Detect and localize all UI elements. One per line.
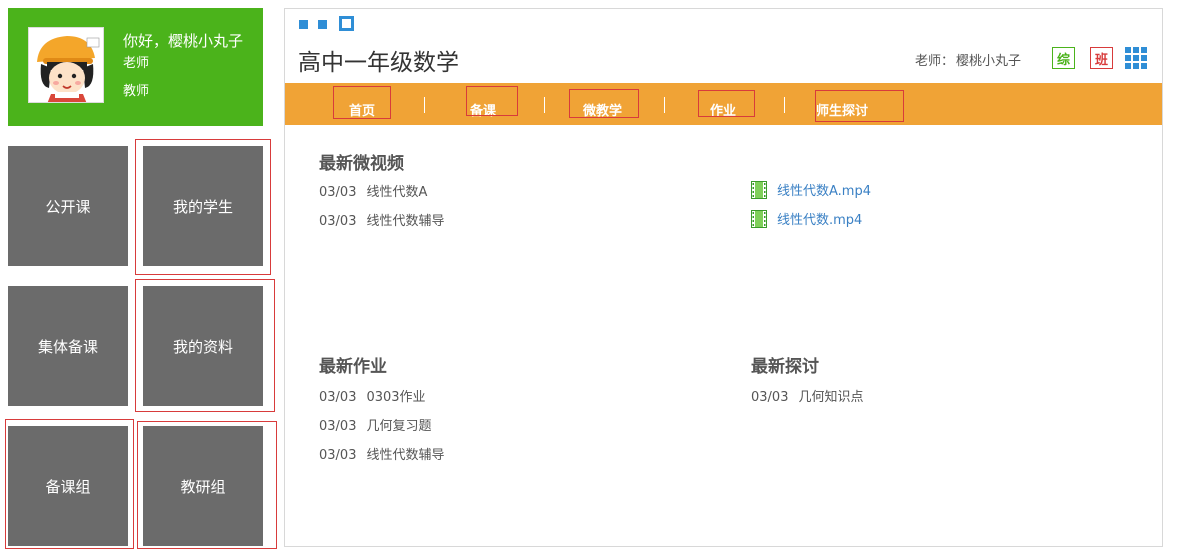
tile-my-students[interactable]: 我的学生 — [143, 146, 263, 266]
tile-public-course[interactable]: 公开课 — [8, 146, 128, 266]
teacher-info: 老师： 樱桃小丸子 — [915, 50, 1021, 69]
list-item[interactable]: 03/03 0303作业 — [319, 386, 426, 405]
tile-label: 公开课 — [45, 197, 91, 216]
list-item[interactable]: 03/03 几何知识点 — [751, 386, 863, 405]
course-title: 高中一年级数学 — [298, 50, 459, 76]
item-name: 线性代数A — [366, 185, 428, 200]
nav-item-discussion[interactable]: 师生探讨 — [816, 94, 868, 125]
item-date: 03/03 — [319, 390, 357, 405]
tile-prep-group[interactable]: 备课组 — [8, 426, 128, 546]
class-badge[interactable]: 班 — [1090, 47, 1113, 69]
tile-label: 我的学生 — [172, 197, 233, 216]
tile-label: 备课组 — [45, 477, 91, 496]
user-role: 老师 — [123, 56, 150, 71]
comprehensive-badge[interactable]: 综 — [1052, 47, 1075, 69]
video-file-link[interactable]: 线性代数.mp4 — [751, 209, 862, 228]
item-name: 0303作业 — [366, 390, 426, 405]
item-name: 线性代数辅导 — [366, 448, 445, 463]
window-dot — [299, 20, 308, 29]
tile-label: 教研组 — [180, 477, 226, 496]
list-item[interactable]: 03/03 线性代数A — [319, 181, 427, 200]
item-date: 03/03 — [751, 390, 789, 405]
user-card: 你好，樱桃小丸子 老师 教师 — [8, 8, 263, 126]
nav-item-home[interactable]: 首页 — [349, 94, 375, 125]
video-file-name: 线性代数.mp4 — [777, 213, 863, 228]
nav-bar: 首页 备课 微教学 作业 师生探讨 — [285, 83, 1162, 125]
item-date: 03/03 — [319, 419, 357, 434]
nav-separator — [664, 97, 665, 113]
window-dot — [318, 20, 327, 29]
section-title-homework: 最新作业 — [319, 357, 387, 377]
item-date: 03/03 — [319, 185, 357, 200]
nav-separator — [424, 97, 425, 113]
film-icon — [751, 180, 767, 199]
item-name: 几何复习题 — [366, 419, 432, 434]
teacher-label: 老师： — [915, 54, 955, 69]
item-name: 几何知识点 — [798, 390, 864, 405]
tile-my-materials[interactable]: 我的资料 — [143, 286, 263, 406]
tile-label: 我的资料 — [172, 337, 233, 356]
grid-icon[interactable] — [1125, 47, 1148, 70]
item-date: 03/03 — [319, 214, 357, 229]
video-file-link[interactable]: 线性代数A.mp4 — [751, 180, 871, 199]
film-icon — [751, 209, 767, 228]
nav-separator — [784, 97, 785, 113]
teacher-name: 樱桃小丸子 — [956, 54, 1022, 69]
tile-group-prep[interactable]: 集体备课 — [8, 286, 128, 406]
list-item[interactable]: 03/03 几何复习题 — [319, 415, 431, 434]
avatar[interactable] — [28, 27, 104, 103]
main-panel: 高中一年级数学 老师： 樱桃小丸子 综 班 首页 备课 微教学 作业 师生探讨 最… — [284, 8, 1163, 547]
list-item[interactable]: 03/03 线性代数辅导 — [319, 210, 444, 229]
nav-separator — [544, 97, 545, 113]
user-title: 教师 — [123, 84, 150, 99]
tile-label: 集体备课 — [37, 337, 98, 356]
window-square — [339, 16, 354, 31]
user-greeting: 你好，樱桃小丸子 — [123, 32, 244, 50]
section-title-discussion: 最新探讨 — [751, 357, 819, 377]
item-date: 03/03 — [319, 448, 357, 463]
item-name: 线性代数辅导 — [366, 214, 445, 229]
tile-research-group[interactable]: 教研组 — [143, 426, 263, 546]
nav-item-micro-teaching[interactable]: 微教学 — [583, 94, 622, 125]
video-file-name: 线性代数A.mp4 — [777, 184, 871, 199]
list-item[interactable]: 03/03 线性代数辅导 — [319, 444, 444, 463]
nav-item-lesson-prep[interactable]: 备课 — [470, 94, 496, 125]
section-title-videos: 最新微视频 — [319, 154, 404, 174]
cartoon-girl-avatar-icon — [29, 28, 103, 102]
nav-item-homework[interactable]: 作业 — [710, 94, 736, 125]
